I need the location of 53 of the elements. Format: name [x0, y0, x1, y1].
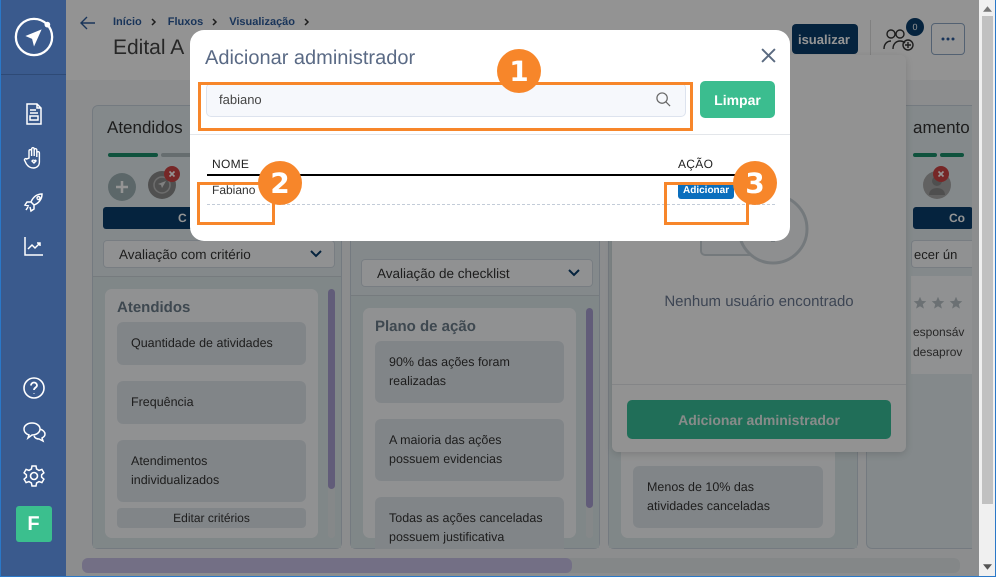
- participants-count-badge: 0: [906, 18, 924, 36]
- settings-icon[interactable]: [22, 464, 46, 488]
- card-title: Atendidos: [117, 299, 192, 316]
- criterion-item[interactable]: A maioria das ações possuem evidencias: [375, 419, 564, 481]
- chart-trend-icon[interactable]: [22, 234, 46, 258]
- scrollbar[interactable]: [328, 289, 335, 538]
- close-icon[interactable]: [761, 48, 776, 63]
- criterion-item[interactable]: Todas as ações canceladas possuem justificativa: [375, 497, 564, 549]
- scroll-up-icon[interactable]: [982, 6, 992, 12]
- user-avatar[interactable]: F: [16, 506, 52, 542]
- edit-criteria-button[interactable]: Editar critérios: [117, 508, 306, 528]
- chevron-right-icon: [212, 18, 218, 26]
- empty-message: Nenhum usuário encontrado: [664, 293, 854, 310]
- page-title: Edital A: [113, 36, 184, 60]
- horizontal-scrollbar[interactable]: [82, 558, 960, 573]
- navigation-avatar-icon: [146, 165, 182, 201]
- stage-button[interactable]: Co: [913, 207, 972, 229]
- criterion-item[interactable]: Menos de 10% das atividades canceladas: [633, 466, 823, 528]
- evaluation-dropdown[interactable]: ecer ún: [911, 240, 972, 268]
- user-name-cell-text: Fabiano: [212, 183, 256, 197]
- criterion-item[interactable]: Quantidade de atividades: [117, 322, 306, 365]
- column-title: amento: [912, 117, 971, 139]
- column-title: Atendidos: [106, 117, 184, 139]
- chevron-down-icon: [568, 269, 580, 277]
- scrollbar[interactable]: [586, 308, 593, 538]
- chevron-right-icon: [150, 18, 157, 26]
- scroll-down-icon[interactable]: [982, 564, 992, 570]
- dialog-title: Adicionar administrador: [205, 47, 416, 70]
- evaluation-dropdown[interactable]: Avaliação de checklist: [361, 259, 593, 287]
- breadcrumb-link[interactable]: Fluxos: [168, 16, 204, 28]
- more-icon: [941, 37, 955, 41]
- clear-button[interactable]: Limpar: [700, 81, 775, 118]
- breadcrumb-link[interactable]: Visualização: [229, 16, 296, 28]
- search-field[interactable]: fabiano: [206, 82, 686, 116]
- page-scrollbar[interactable]: [979, 0, 995, 576]
- text-line: esponsáv: [913, 324, 966, 341]
- column-header: NOME: [212, 157, 250, 171]
- text-line: desaprov: [913, 344, 964, 361]
- help-icon[interactable]: [22, 376, 46, 400]
- navigation-logo-icon[interactable]: [12, 16, 54, 58]
- column-header: AÇÃO: [678, 157, 714, 171]
- criterion-item[interactable]: Frequência: [117, 381, 306, 424]
- card-title: Plano de ação: [375, 318, 477, 335]
- criterion-item[interactable]: Atendimentos individualizados: [117, 440, 306, 502]
- search-icon: [656, 92, 671, 106]
- breadcrumb-link[interactable]: Início: [113, 16, 142, 28]
- criterion-item[interactable]: 90% das ações foram realizadas: [375, 341, 564, 403]
- chevron-down-icon: [310, 250, 322, 258]
- chat-icon[interactable]: [20, 420, 46, 444]
- back-arrow-icon[interactable]: [80, 16, 96, 30]
- evaluation-dropdown[interactable]: Avaliação com critério: [103, 240, 335, 268]
- view-button[interactable]: isualizar: [792, 24, 858, 54]
- chevron-right-icon: [304, 18, 310, 26]
